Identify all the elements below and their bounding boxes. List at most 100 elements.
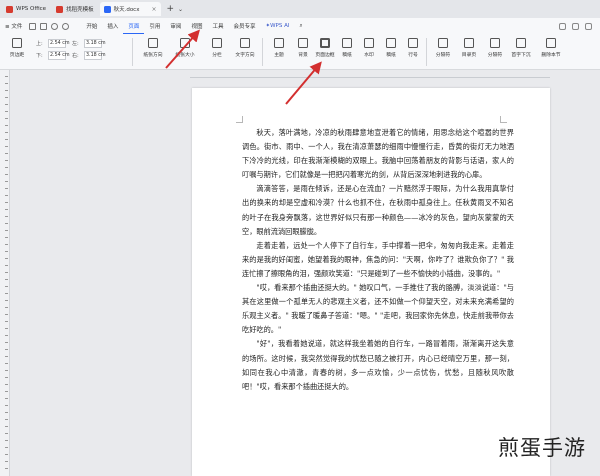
menu-insert[interactable]: 插入 bbox=[102, 18, 123, 34]
left-margin-input[interactable]: 3.18 cm bbox=[84, 38, 106, 48]
ruler-tick bbox=[5, 272, 8, 273]
menu-tools[interactable]: 工具 bbox=[207, 18, 228, 34]
orientation-label: 纸张方向 bbox=[143, 53, 163, 58]
text-direction-icon bbox=[240, 38, 250, 48]
document-page[interactable]: 秋天，落叶满地，冷凉的秋雨肆意地宣泄着它的情绪，用思念给这个喧嚣的世界调色。街市… bbox=[192, 88, 550, 476]
more-icon[interactable] bbox=[585, 22, 592, 30]
delete-section-label: 删除本节 bbox=[541, 53, 561, 58]
ruler-tick bbox=[5, 258, 8, 259]
separator-label: 分隔符 bbox=[435, 53, 451, 58]
break-icon bbox=[490, 38, 500, 48]
margins-label: 页边距 bbox=[9, 53, 25, 58]
background-icon bbox=[298, 38, 308, 48]
delete-section-button[interactable]: 删除本节 bbox=[536, 38, 566, 58]
orientation-button[interactable]: 纸张方向 bbox=[138, 38, 168, 58]
ruler-tick bbox=[5, 139, 8, 140]
new-tab-button[interactable]: + bbox=[167, 4, 175, 14]
text-direction-button[interactable]: 文字方向 bbox=[230, 38, 260, 58]
bottom-margin-input[interactable]: 2.54 cm bbox=[48, 50, 70, 60]
ruler-tick bbox=[5, 174, 8, 175]
ruler-tick bbox=[5, 146, 8, 147]
orientation-icon bbox=[148, 38, 158, 48]
ruler-tick bbox=[5, 195, 8, 196]
ruler-tick bbox=[5, 300, 8, 301]
ruler-tick bbox=[5, 419, 8, 420]
file-menu[interactable]: ≡ 文件 bbox=[0, 18, 27, 34]
chevron-down-icon[interactable]: ⌄ bbox=[178, 6, 183, 13]
text-direction-label: 文字方向 bbox=[235, 53, 255, 58]
columns-icon bbox=[212, 38, 222, 48]
paragraph: 走着走着，远处一个人停下了自行车，手中撑着一把伞，匆匆向我走来。走着走来的是我的… bbox=[242, 240, 514, 278]
menu-page[interactable]: 页面 bbox=[123, 18, 145, 34]
draft-paper-label: 稿纸 bbox=[342, 53, 352, 58]
window-controls bbox=[559, 22, 600, 30]
menu-review[interactable]: 审阅 bbox=[165, 18, 186, 34]
margin-fields: 上: 2.54 cm 左: 3.18 cm 下: 2.54 cm 右: 3.18… bbox=[36, 37, 106, 61]
ruler-tick bbox=[5, 153, 8, 154]
ruler-tick bbox=[5, 433, 8, 434]
ruler-tick bbox=[5, 363, 8, 364]
margin-corner-mark bbox=[236, 116, 243, 123]
paragraph: 滴滴答答，是雨在倾诉，还是心在流血？一片黯然浮于眼际，为什么我用真挚付出的换来的… bbox=[242, 184, 514, 236]
ruler-tick bbox=[5, 314, 8, 315]
ruler-tick bbox=[5, 223, 8, 224]
ruler-tick bbox=[5, 132, 8, 133]
menu-reference[interactable]: 引用 bbox=[144, 18, 165, 34]
ruler-tick bbox=[5, 412, 8, 413]
cloud-icon[interactable] bbox=[559, 22, 566, 30]
margins-icon bbox=[12, 38, 22, 48]
paper-size-button[interactable]: 纸张大小 bbox=[170, 38, 200, 58]
ruler-tick bbox=[5, 83, 8, 84]
columns-button[interactable]: 分栏 bbox=[202, 38, 232, 58]
ruler-tick bbox=[5, 440, 8, 441]
ruler-tick bbox=[5, 188, 8, 189]
tab-document[interactable]: 秋天.docx × bbox=[99, 2, 161, 16]
bottom-margin-label: 下: bbox=[36, 52, 43, 59]
site-watermark: 煎蛋手游 bbox=[498, 436, 586, 460]
ruler-tick bbox=[5, 76, 8, 77]
break-label: 分隔符 bbox=[487, 53, 503, 58]
ruler-tick bbox=[5, 454, 8, 455]
redo-icon[interactable] bbox=[62, 22, 70, 30]
document-body[interactable]: 秋天，落叶满地，冷凉的秋雨肆意地宣泄着它的情绪，用思念给这个喧嚣的世界调色。街市… bbox=[242, 126, 514, 394]
tab-template[interactable]: 找稻壳模板 bbox=[52, 2, 98, 16]
share-icon[interactable] bbox=[572, 22, 579, 30]
toc-page-label: 目录页 bbox=[461, 53, 477, 58]
ruler-tick bbox=[5, 307, 8, 308]
tab-wps-office[interactable]: WPS Office bbox=[2, 2, 50, 16]
ruler-tick bbox=[5, 293, 8, 294]
drop-cap-label: 首字下沉 bbox=[511, 53, 531, 58]
ruler-tick bbox=[5, 265, 8, 266]
menu-view[interactable]: 视图 bbox=[186, 18, 207, 34]
ruler-tick bbox=[5, 279, 8, 280]
margin-corner-mark bbox=[500, 116, 507, 123]
search-icon[interactable]: ⌕ bbox=[294, 18, 307, 34]
delete-section-icon bbox=[546, 38, 556, 48]
top-margin-input[interactable]: 2.54 cm bbox=[48, 38, 70, 48]
draft-paper-icon bbox=[342, 38, 352, 48]
ruler-tick bbox=[5, 237, 8, 238]
wps-logo-icon bbox=[6, 5, 13, 13]
line-number-button[interactable]: 行号 bbox=[398, 38, 428, 58]
menu-start[interactable]: 开始 bbox=[81, 18, 102, 34]
left-margin-label: 左: bbox=[72, 40, 79, 47]
ruler-tick bbox=[5, 167, 8, 168]
undo-icon[interactable] bbox=[51, 22, 59, 30]
close-icon[interactable]: × bbox=[151, 6, 156, 13]
tab-bar: WPS Office 找稻壳模板 秋天.docx × + ⌄ bbox=[0, 0, 600, 18]
ruler-tick bbox=[5, 405, 8, 406]
ruler-tick bbox=[5, 349, 8, 350]
menu-member[interactable]: 会员专享 bbox=[228, 18, 260, 34]
tab-label: WPS Office bbox=[16, 6, 47, 12]
ruler-tick bbox=[5, 321, 8, 322]
print-icon[interactable] bbox=[40, 22, 48, 30]
paper-size-label: 纸张大小 bbox=[175, 53, 195, 58]
drop-cap-button[interactable]: 首字下沉 bbox=[506, 38, 536, 58]
wps-ai-button[interactable]: ✦ WPS AI bbox=[260, 18, 294, 34]
paragraph: "哎，看来那个插曲还挺大的。" 她叹口气，一手推住了我的胳膊，淡淡说道："与其在… bbox=[242, 283, 514, 335]
margins-button[interactable]: 页边距 bbox=[6, 38, 28, 58]
ruler-tick bbox=[5, 391, 8, 392]
app-window: WPS Office 找稻壳模板 秋天.docx × + ⌄ ≡ 文件 开始 插… bbox=[0, 0, 600, 476]
right-margin-input[interactable]: 3.18 cm bbox=[84, 50, 106, 60]
save-icon[interactable] bbox=[29, 22, 37, 30]
